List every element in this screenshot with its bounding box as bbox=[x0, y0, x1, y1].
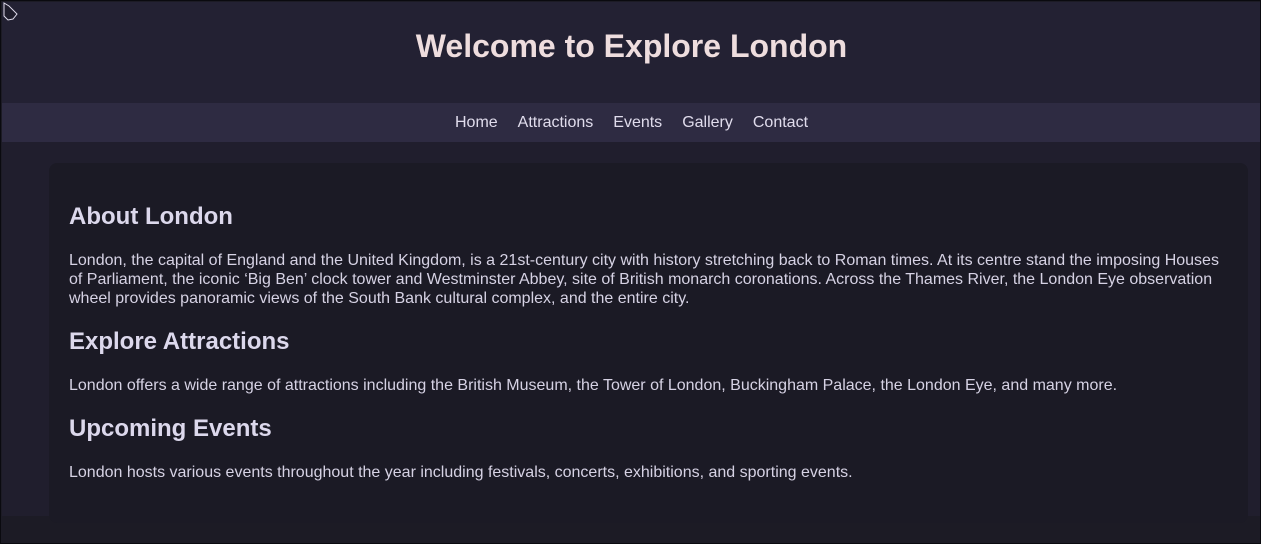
events-heading: Upcoming Events bbox=[69, 415, 272, 442]
content-card: About London London, the capital of Engl… bbox=[49, 163, 1248, 523]
nav-home[interactable]: Home bbox=[455, 103, 498, 142]
about-text: London, the capital of England and the U… bbox=[69, 252, 1219, 307]
events-text: London hosts various events throughout t… bbox=[69, 464, 853, 481]
site-header: Welcome to Explore London bbox=[2, 2, 1260, 103]
nav-gallery[interactable]: Gallery bbox=[682, 103, 733, 142]
about-heading: About London bbox=[69, 203, 233, 230]
attractions-heading: Explore Attractions bbox=[69, 328, 290, 355]
page: Welcome to Explore London Home Attraction… bbox=[2, 2, 1260, 523]
page-title: Welcome to Explore London bbox=[415, 28, 848, 64]
main-nav: Home Attractions Events Gallery Contact bbox=[2, 103, 1260, 142]
attractions-text: London offers a wide range of attraction… bbox=[69, 377, 1118, 394]
nav-attractions[interactable]: Attractions bbox=[518, 103, 594, 142]
browser-viewport: Welcome to Explore London Home Attraction… bbox=[0, 0, 1261, 544]
nav-events[interactable]: Events bbox=[613, 103, 662, 142]
nav-contact[interactable]: Contact bbox=[753, 103, 808, 142]
mouse-cursor-icon bbox=[3, 2, 18, 21]
